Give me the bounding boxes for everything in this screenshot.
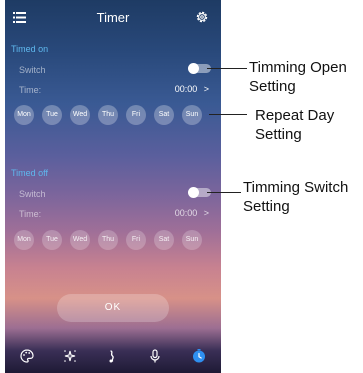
day-mon[interactable]: Mon	[14, 105, 34, 125]
callout-line: Setting	[243, 198, 290, 215]
timed-on-time-value[interactable]: 00:00 >	[175, 84, 209, 94]
day-thu[interactable]: Thu	[98, 105, 118, 125]
day-sun[interactable]: Sun	[182, 105, 202, 125]
day-sun[interactable]: Sun	[182, 230, 202, 250]
callout-line: Timming Open	[249, 59, 347, 76]
callout-timing-open: Timming Open Setting	[249, 58, 347, 96]
day-fri[interactable]: Fri	[126, 105, 146, 125]
chevron-right-icon: >	[203, 84, 209, 94]
timed-off-time-label: Time:	[19, 209, 42, 219]
callout-timing-switch: Timming Switch Setting	[243, 178, 348, 216]
callout-line: Timming Switch	[243, 179, 349, 196]
callout-line: Setting	[249, 78, 296, 95]
gear-icon[interactable]	[195, 10, 209, 24]
leader-line-timing-open	[207, 68, 247, 69]
timed-off-title: Timed off	[11, 168, 49, 178]
day-sat[interactable]: Sat	[154, 230, 174, 250]
timed-off-day-selector: Mon Tue Wed Thu Fri Sat Sun	[14, 230, 214, 250]
timed-on-switch-label: Switch	[19, 65, 46, 75]
day-wed[interactable]: Wed	[70, 230, 90, 250]
day-tue[interactable]: Tue	[42, 230, 62, 250]
day-wed[interactable]: Wed	[70, 105, 90, 125]
toggle-knob	[188, 187, 199, 198]
toggle-knob	[188, 63, 199, 74]
sparkle-icon[interactable]	[62, 348, 78, 364]
callout-line: Setting	[255, 126, 302, 143]
day-mon[interactable]: Mon	[14, 230, 34, 250]
palette-icon[interactable]	[19, 348, 35, 364]
time-value: 00:00	[174, 208, 198, 218]
bottom-nav	[5, 342, 221, 373]
timed-on-day-selector: Mon Tue Wed Thu Fri Sat Sun	[14, 105, 214, 125]
callout-line: Repeat Day	[255, 107, 335, 124]
music-note-icon[interactable]	[104, 348, 120, 364]
timer-screen: Timer Timed on Switch Time: 00:00 > Mon …	[5, 0, 221, 373]
timed-off-time-value[interactable]: 00:00 >	[175, 208, 209, 218]
leader-line-repeat-day	[209, 114, 247, 115]
day-tue[interactable]: Tue	[42, 105, 62, 125]
chevron-right-icon: >	[203, 208, 209, 218]
microphone-icon[interactable]	[147, 348, 163, 364]
page-title: Timer	[96, 10, 130, 25]
day-fri[interactable]: Fri	[126, 230, 146, 250]
ok-button[interactable]: OK	[57, 294, 169, 322]
timed-on-title: Timed on	[11, 44, 49, 54]
timed-off-switch-label: Switch	[19, 189, 46, 199]
day-thu[interactable]: Thu	[98, 230, 118, 250]
timed-on-time-label: Time:	[19, 85, 42, 95]
app-header: Timer	[5, 0, 221, 34]
time-value: 00:00	[174, 84, 198, 94]
day-sat[interactable]: Sat	[154, 105, 174, 125]
timer-icon[interactable]	[191, 348, 207, 364]
leader-line-timing-switch	[207, 192, 241, 193]
callout-repeat-day: Repeat Day Setting	[255, 106, 334, 144]
